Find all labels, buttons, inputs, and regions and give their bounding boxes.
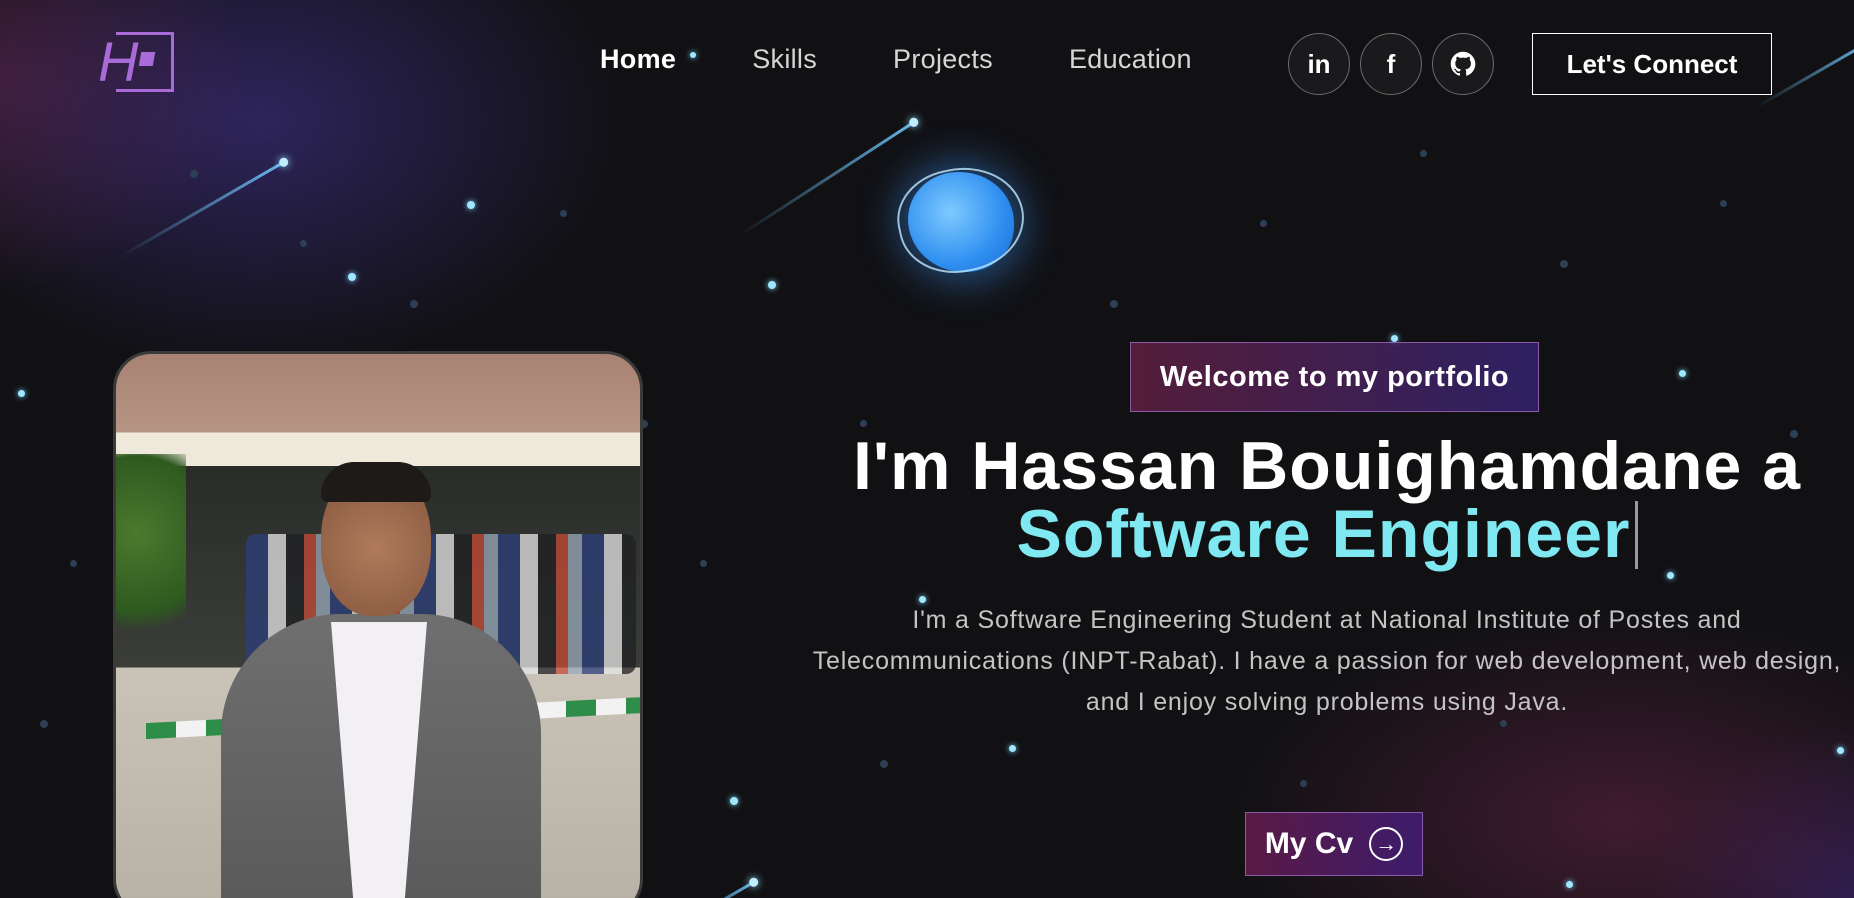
lets-connect-button[interactable]: Let's Connect [1532,33,1772,95]
arrow-right-circle-icon: → [1369,827,1404,861]
facebook-icon[interactable]: f [1360,33,1422,95]
github-icon[interactable] [1432,33,1494,95]
photo-trees [116,454,186,654]
github-glyph [1450,51,1476,76]
facebook-glyph: f [1386,48,1396,79]
nav-link-skills[interactable]: Skills [752,44,817,75]
photo-person-hair [321,462,431,502]
planet-ring [888,156,1034,284]
social-links: in f [1288,33,1494,95]
site-logo[interactable]: H [98,32,178,96]
portfolio-page: H Home Skills Projects Education in f Le… [0,0,1854,898]
headline-prefix: I'm Hassan Bouighamdane a [852,428,1802,504]
logo-letter: H [98,30,139,93]
my-cv-button[interactable]: My Cv → [1245,812,1423,876]
linkedin-icon[interactable]: in [1288,33,1350,95]
nav-link-education[interactable]: Education [1069,44,1192,75]
logo-mark-icon [138,52,156,66]
hero-headline: I'm Hassan Bouighamdane a Software Engin… [800,432,1854,569]
hero-intro: I'm a Software Engineering Student at Na… [812,606,1842,716]
main-nav: Home Skills Projects Education [600,44,1268,75]
cv-button-label: My Cv [1264,827,1354,860]
headline-role: Software Engineer [1016,496,1631,572]
welcome-badge: Welcome to my portfolio [1130,342,1539,412]
typing-caret [1634,501,1638,569]
nav-link-projects[interactable]: Projects [893,44,993,75]
profile-photo [113,351,643,898]
linkedin-glyph: in [1307,48,1331,79]
nav-link-home[interactable]: Home [600,44,676,75]
